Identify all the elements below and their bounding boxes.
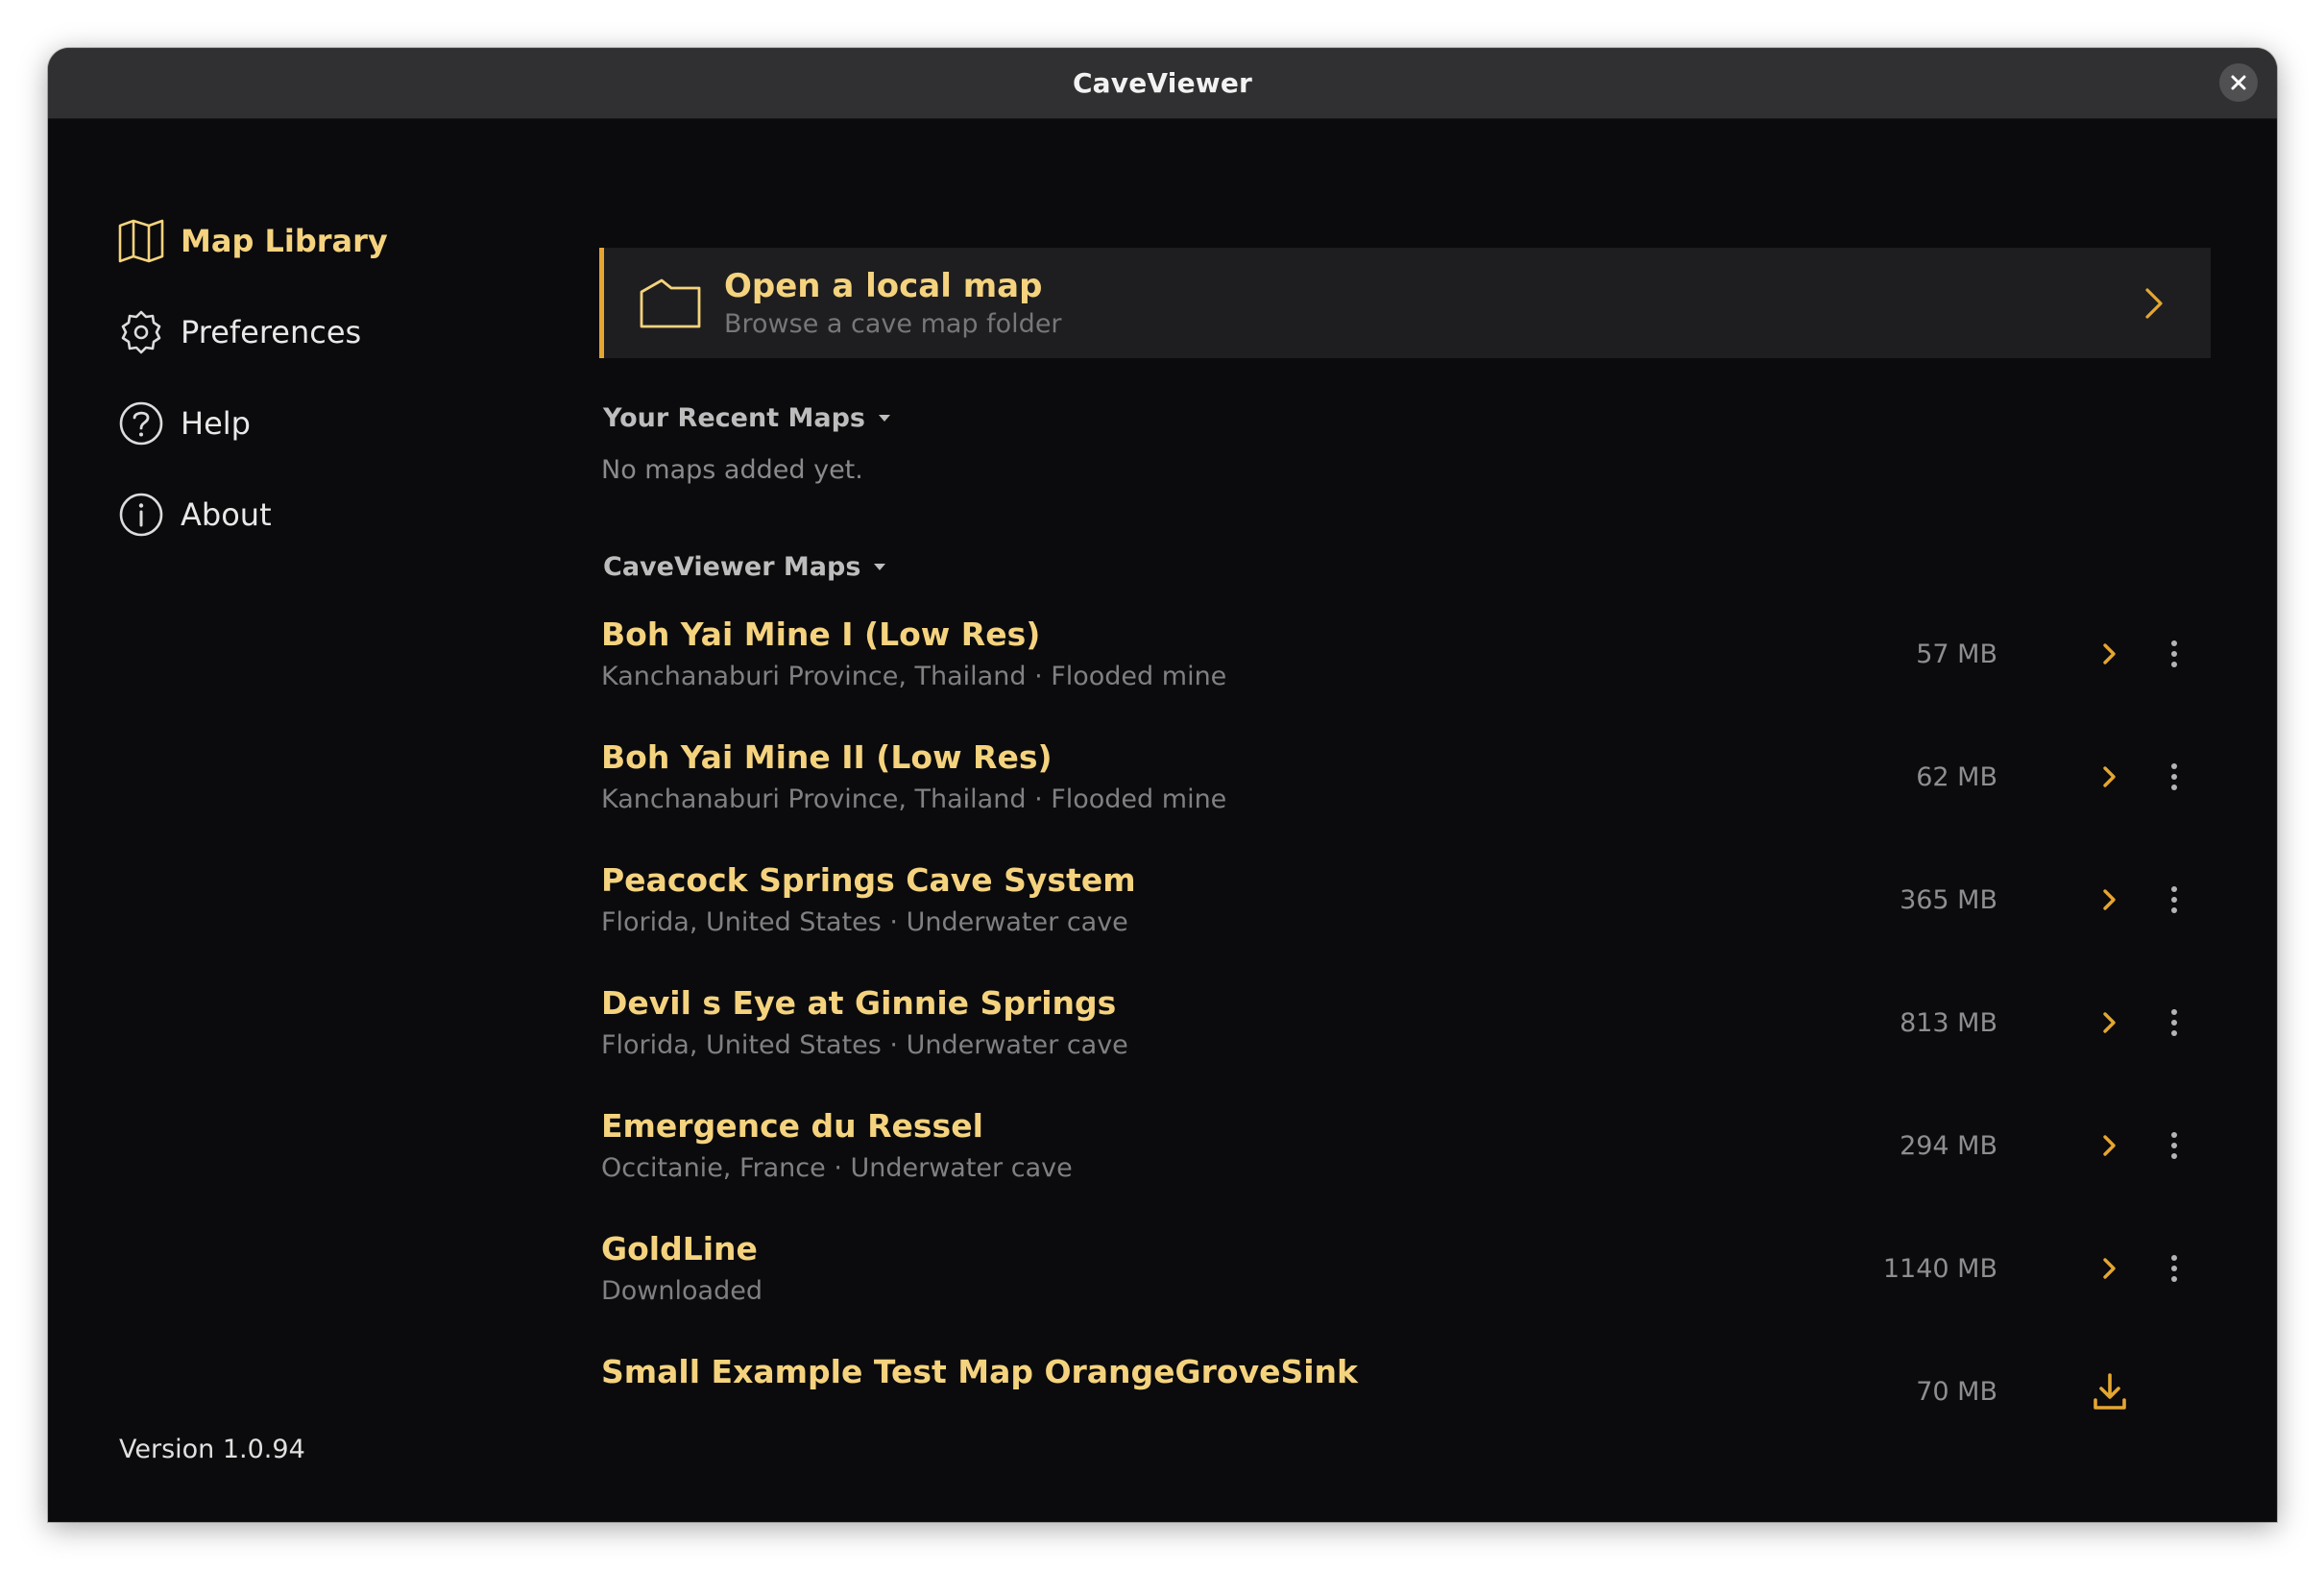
main-content: Open a local map Browse a cave map folde… [599,119,2277,1522]
more-vertical-icon [2171,1255,2177,1282]
map-size: 70 MB [1916,1377,1997,1407]
map-size: 57 MB [1916,640,1997,669]
open-local-map-button[interactable]: Open a local map Browse a cave map folde… [599,248,2211,358]
download-icon [2094,1373,2126,1410]
map-size: 1140 MB [1882,1254,1997,1284]
chevron-right-icon [2145,288,2163,319]
map-row[interactable]: Boh Yai Mine II (Low Res) Kanchanaburi P… [599,738,2211,854]
map-size: 62 MB [1916,762,1997,792]
map-icon [117,217,165,265]
open-map-button[interactable] [2091,635,2129,673]
chevron-right-icon [2103,1135,2116,1156]
map-row[interactable]: Small Example Test Map OrangeGroveSink 7… [599,1353,2211,1468]
map-name: GoldLine [601,1230,758,1267]
map-name: Peacock Springs Cave System [601,861,1136,899]
more-options-button[interactable] [2160,1003,2189,1042]
sidebar-item-label: About [181,496,272,533]
caveviewer-maps-header-label: CaveViewer Maps [603,552,861,582]
map-name: Boh Yai Mine I (Low Res) [601,616,1041,653]
map-row[interactable]: GoldLine Downloaded 1140 MB [599,1230,2211,1345]
caveviewer-maps-header[interactable]: CaveViewer Maps [603,552,886,582]
gear-icon [117,308,165,356]
sidebar-item-label: Map Library [181,223,388,259]
map-name: Emergence du Ressel [601,1107,983,1145]
more-vertical-icon [2171,1009,2177,1036]
more-vertical-icon [2171,763,2177,790]
app-window: CaveViewer Map Library Preferences Help … [48,48,2277,1522]
more-vertical-icon [2171,640,2177,667]
sidebar-item-preferences[interactable]: Preferences [117,303,361,361]
map-subtitle: Kanchanaburi Province, Thailand · Floode… [601,784,1227,814]
info-icon [117,491,165,539]
chevron-right-icon [2103,889,2116,910]
map-row[interactable]: Peacock Springs Cave System Florida, Uni… [599,861,2211,977]
chevron-right-icon [2103,1258,2116,1279]
window-title: CaveViewer [1072,67,1253,99]
open-map-button[interactable] [2091,1126,2129,1165]
version-label: Version 1.0.94 [119,1435,305,1464]
chevron-right-icon [2103,643,2116,664]
map-row[interactable]: Emergence du Ressel Occitanie, France · … [599,1107,2211,1222]
map-name: Devil s Eye at Ginnie Springs [601,984,1117,1022]
map-name: Small Example Test Map OrangeGroveSink [601,1353,1358,1390]
sidebar-item-label: Preferences [181,314,362,350]
close-button[interactable] [2219,63,2258,102]
help-icon [117,399,165,447]
open-map-button[interactable] [2091,1249,2129,1288]
open-map-button[interactable] [2091,758,2129,796]
open-map-button[interactable] [2091,881,2129,919]
more-options-button[interactable] [2160,758,2189,796]
caret-down-icon [879,415,890,422]
map-size: 294 MB [1900,1131,1997,1161]
map-subtitle: Florida, United States · Underwater cave [601,907,1128,937]
sidebar-item-help[interactable]: Help [117,395,251,452]
sidebar-item-about[interactable]: About [117,486,272,543]
map-subtitle: Kanchanaburi Province, Thailand · Floode… [601,662,1227,691]
open-local-subtitle: Browse a cave map folder [724,309,1062,339]
map-row[interactable]: Boh Yai Mine I (Low Res) Kanchanaburi Pr… [599,616,2211,731]
map-subtitle: Downloaded [601,1276,763,1306]
download-map-button[interactable] [2091,1372,2129,1411]
recent-maps-header-label: Your Recent Maps [603,403,865,433]
map-subtitle: Florida, United States · Underwater cave [601,1030,1128,1060]
sidebar: Map Library Preferences Help About Versi… [48,119,586,1522]
chevron-right-icon [2103,766,2116,787]
caret-down-icon [874,564,886,570]
recent-maps-empty: No maps added yet. [601,455,863,485]
more-options-button[interactable] [2160,1249,2189,1288]
sidebar-item-label: Help [181,405,251,442]
chevron-right-icon [2103,1012,2116,1033]
title-bar: CaveViewer [48,48,2277,119]
more-options-button[interactable] [2160,1126,2189,1165]
map-name: Boh Yai Mine II (Low Res) [601,738,1053,776]
map-size: 365 MB [1900,885,1997,915]
close-icon [2231,75,2246,90]
open-map-button[interactable] [2091,1003,2129,1042]
recent-maps-header[interactable]: Your Recent Maps [603,403,890,433]
more-options-button[interactable] [2160,635,2189,673]
more-vertical-icon [2171,886,2177,913]
more-vertical-icon [2171,1132,2177,1159]
folder-icon [640,278,701,328]
open-local-title: Open a local map [724,267,1043,305]
sidebar-item-map-library[interactable]: Map Library [117,212,388,270]
more-options-button[interactable] [2160,881,2189,919]
map-size: 813 MB [1900,1008,1997,1038]
map-row[interactable]: Devil s Eye at Ginnie Springs Florida, U… [599,984,2211,1099]
map-subtitle: Occitanie, France · Underwater cave [601,1153,1073,1183]
